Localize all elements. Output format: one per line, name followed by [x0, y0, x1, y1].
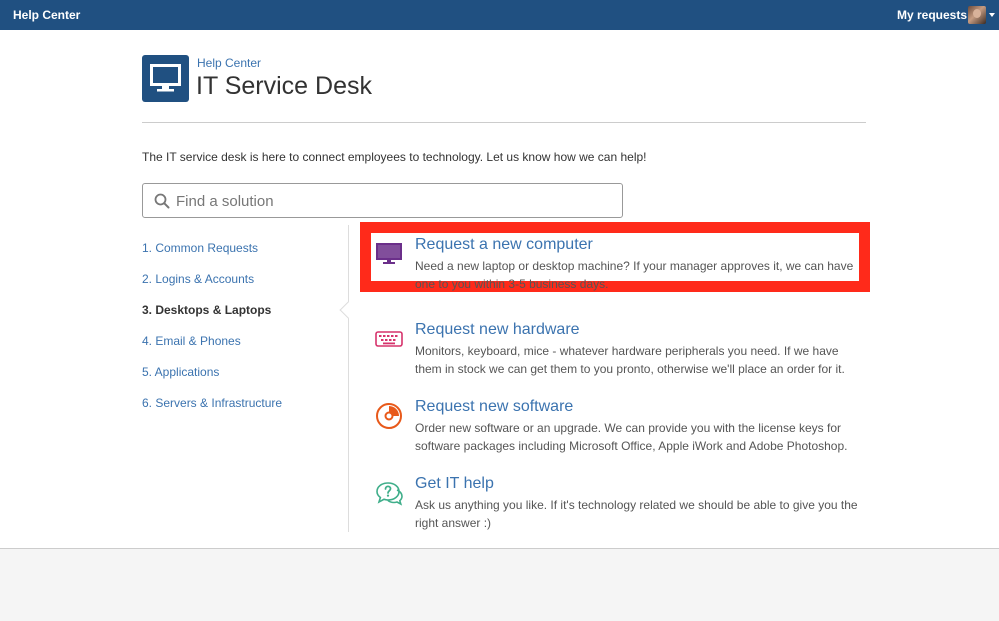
request-type-title[interactable]: Request new software: [415, 398, 573, 416]
request-type-description: Order new software or an upgrade. We can…: [415, 421, 848, 453]
request-type-title[interactable]: Get IT help: [415, 475, 494, 493]
request-type-title[interactable]: Request a new computer: [415, 236, 593, 254]
breadcrumb[interactable]: Help Center: [197, 56, 261, 70]
nav-item-logins-accounts[interactable]: 2. Logins & Accounts: [142, 271, 282, 302]
request-group-nav: 1. Common Requests 2. Logins & Accounts …: [142, 240, 282, 426]
header-divider: [142, 122, 866, 123]
top-navigation-bar: Help Center My requests: [0, 0, 999, 30]
page-title: IT Service Desk: [196, 72, 372, 100]
request-type-new-software[interactable]: Request new software Order new software …: [360, 384, 870, 454]
active-nav-pointer: [339, 301, 357, 319]
request-type-description: Monitors, keyboard, mice - whatever hard…: [415, 344, 845, 376]
service-desk-logo: [142, 55, 189, 102]
nav-divider: [348, 225, 349, 532]
search-box: [142, 183, 623, 218]
nav-item-desktops-laptops[interactable]: 3. Desktops & Laptops: [142, 302, 282, 333]
request-type-title[interactable]: Request new hardware: [415, 321, 580, 339]
nav-item-applications[interactable]: 5. Applications: [142, 364, 282, 395]
request-type-new-computer[interactable]: Request a new computer Need a new laptop…: [360, 222, 870, 292]
nav-item-email-phones[interactable]: 4. Email & Phones: [142, 333, 282, 364]
nav-item-servers-infrastructure[interactable]: 6. Servers & Infrastructure: [142, 395, 282, 426]
user-avatar[interactable]: [968, 6, 986, 24]
request-type-description: Need a new laptop or desktop machine? If…: [415, 259, 854, 291]
request-type-description: Ask us anything you like. If it's techno…: [415, 498, 858, 530]
help-center-link[interactable]: Help Center: [13, 8, 80, 22]
search-input[interactable]: [176, 190, 616, 212]
my-requests-link[interactable]: My requests: [897, 8, 967, 22]
nav-item-common-requests[interactable]: 1. Common Requests: [142, 240, 282, 271]
chat-question-icon: [376, 482, 403, 506]
request-type-get-it-help[interactable]: Get IT help Ask us anything you like. If…: [360, 461, 870, 531]
intro-text: The IT service desk is here to connect e…: [142, 150, 647, 164]
request-type-new-hardware[interactable]: Request new hardware Monitors, keyboard,…: [360, 307, 870, 377]
keyboard-icon: [375, 331, 403, 347]
disc-icon: [376, 403, 402, 429]
search-icon: [154, 193, 170, 209]
monitor-icon: [376, 243, 402, 264]
page-footer: [0, 548, 999, 621]
monitor-icon: [150, 64, 181, 92]
chevron-down-icon[interactable]: [989, 13, 995, 17]
